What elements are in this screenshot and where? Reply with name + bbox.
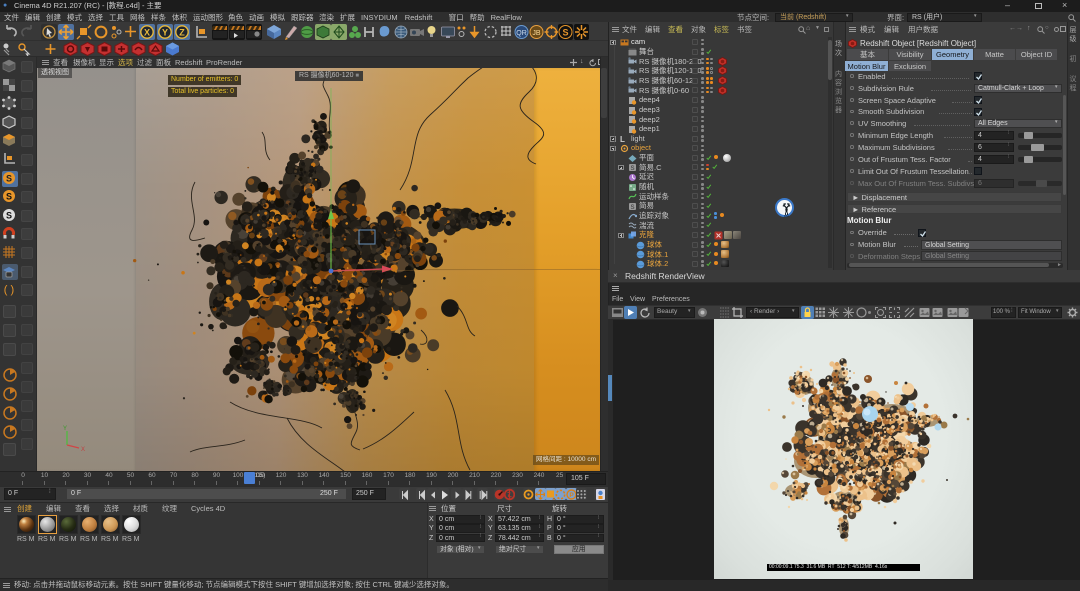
svg-text:( ): ( ) (4, 284, 14, 296)
svg-text:X: X (81, 447, 85, 453)
svg-text:S: S (630, 166, 634, 172)
svg-text:S: S (6, 210, 12, 220)
svg-text:S: S (630, 205, 634, 211)
svg-text:S: S (6, 173, 12, 183)
svg-text:R&A: R&A (784, 214, 790, 218)
svg-text:Y: Y (63, 426, 67, 432)
svg-text:X: X (144, 28, 150, 38)
svg-text:Z: Z (179, 28, 185, 38)
svg-text:S: S (562, 28, 568, 38)
svg-text:QR: QR (516, 30, 527, 37)
svg-text:S: S (6, 192, 12, 202)
svg-text:Y: Y (161, 28, 167, 38)
svg-text:P: P (569, 492, 574, 499)
svg-text:JB: JB (532, 30, 541, 37)
